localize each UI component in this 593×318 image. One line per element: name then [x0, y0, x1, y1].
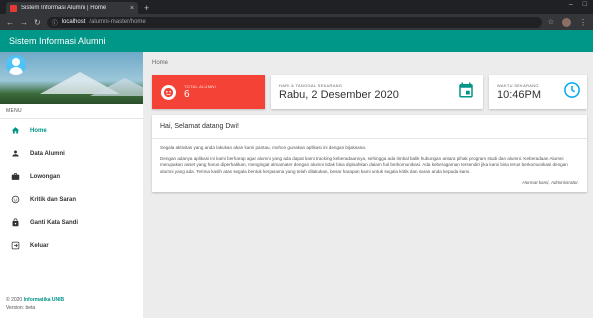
info-cards: TOTAL ALUMNI 6 HARI & TANGGAL SEKARANG R… — [152, 75, 587, 109]
home-icon — [11, 126, 20, 135]
footer-brand-link[interactable]: Informatika UNIB — [24, 297, 65, 303]
url-host: localhost — [61, 19, 86, 25]
tab-title: Sistem Informasi Alumni | Home — [21, 5, 107, 11]
user-avatar[interactable] — [6, 55, 26, 75]
welcome-body: Segala aktivitas yang anda lakukan akan … — [152, 139, 587, 192]
welcome-panel: Hai, Selamat datang Dwi! Segala aktivita… — [152, 115, 587, 193]
sidebar-item-home[interactable]: Home — [0, 119, 143, 142]
face-icon — [161, 84, 176, 100]
person-icon — [11, 149, 20, 158]
time-label: WAKTU SEKARANG — [497, 83, 539, 88]
sidebar-menu: Home Data Alumni Lowongan Kritik dan Sar… — [0, 119, 143, 257]
close-tab-icon[interactable]: × — [130, 5, 134, 12]
sidebar-item-lowongan[interactable]: Lowongan — [0, 165, 143, 188]
back-icon[interactable]: ← — [6, 18, 14, 27]
maximize-icon[interactable]: □ — [583, 1, 587, 8]
sidebar-item-label: Data Alumni — [30, 150, 65, 157]
sidebar-footer: © 2020 Informatika UNIB Version: beta — [6, 296, 64, 312]
welcome-paragraph: Segala aktivitas yang anda lakukan akan … — [160, 145, 367, 150]
chat-icon — [11, 195, 20, 204]
sidebar-item-label: Kritik dan Saran — [30, 196, 77, 203]
date-value: Rabu, 2 Desember 2020 — [279, 89, 399, 101]
app-title[interactable]: Sistem Informasi Alumni — [9, 36, 106, 46]
sidebar-item-keluar[interactable]: Keluar — [0, 234, 143, 257]
main-content: Home TOTAL ALUMNI 6 HARI & TANGGAL SEKAR… — [143, 52, 593, 318]
minimize-icon[interactable]: – — [569, 1, 573, 8]
sidebar-item-kritik-saran[interactable]: Kritik dan Saran — [0, 188, 143, 211]
sidebar-item-label: Home — [30, 127, 47, 134]
url-path: /alumni-master/home — [89, 19, 146, 25]
profile-banner — [0, 52, 143, 104]
version-text: Version: beta — [6, 305, 36, 311]
browser-tab-bar: Sistem Informasi Alumni | Home × + – □ — [0, 0, 593, 14]
date-label: HARI & TANGGAL SEKARANG — [279, 83, 343, 88]
clock-icon — [563, 81, 581, 104]
info-icon[interactable]: ⓘ — [52, 18, 58, 27]
signature: Hormat kami, Administrator. — [522, 179, 579, 185]
time-card: WAKTU SEKARANG 10:46PM — [489, 75, 587, 109]
url-field[interactable]: ⓘ localhost/alumni-master/home — [46, 16, 542, 28]
time-value: 10:46PM — [497, 89, 542, 101]
sidebar: MENU Home Data Alumni Lowongan Kritik da… — [0, 52, 143, 318]
welcome-title: Hai, Selamat datang Dwi! — [152, 115, 587, 139]
forward-icon[interactable]: → — [20, 18, 28, 27]
browser-tab[interactable]: Sistem Informasi Alumni | Home × — [6, 2, 138, 14]
mountain-illustration — [90, 78, 143, 96]
logout-icon — [11, 241, 20, 250]
sidebar-item-label: Lowongan — [30, 173, 60, 180]
profile-avatar[interactable] — [562, 17, 571, 27]
lock-icon — [11, 218, 20, 227]
briefcase-icon — [11, 172, 20, 181]
copyright: © 2020 — [6, 297, 23, 303]
sidebar-item-label: Ganti Kata Sandi — [30, 219, 79, 226]
favicon-icon — [10, 4, 17, 12]
sidebar-item-data-alumni[interactable]: Data Alumni — [0, 142, 143, 165]
calendar-icon — [457, 81, 475, 104]
address-bar: ← → ↻ ⓘ localhost/alumni-master/home ☆ ⋮ — [0, 14, 593, 30]
menu-header: MENU — [0, 104, 143, 119]
menu-kebab-icon[interactable]: ⋮ — [579, 18, 587, 27]
sidebar-item-label: Keluar — [30, 242, 49, 249]
app-header: Sistem Informasi Alumni — [0, 30, 593, 52]
breadcrumb: Home — [152, 60, 169, 66]
window-controls: – □ — [569, 1, 587, 8]
welcome-paragraph: Dengan adanya aplikasi ini kami berharap… — [160, 156, 568, 174]
date-card: HARI & TANGGAL SEKARANG Rabu, 2 Desember… — [271, 75, 483, 109]
bookmark-star-icon[interactable]: ☆ — [548, 18, 554, 26]
total-alumni-value: 6 — [184, 89, 190, 100]
total-alumni-card: TOTAL ALUMNI 6 — [152, 75, 265, 109]
reload-icon[interactable]: ↻ — [34, 18, 41, 27]
new-tab-button[interactable]: + — [144, 3, 149, 13]
sidebar-item-ganti-sandi[interactable]: Ganti Kata Sandi — [0, 211, 143, 234]
